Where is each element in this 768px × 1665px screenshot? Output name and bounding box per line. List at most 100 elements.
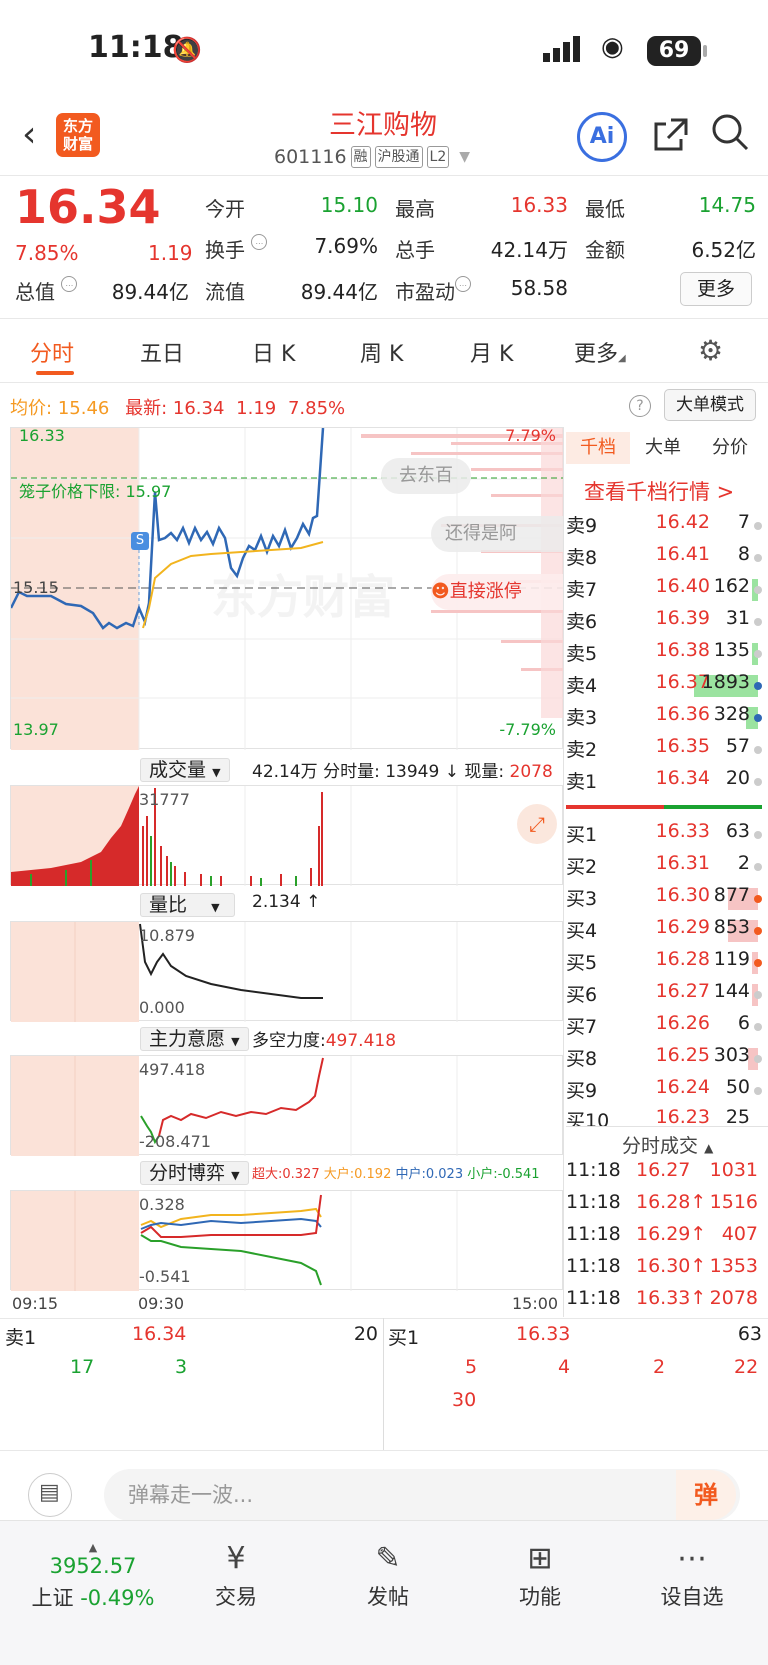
cage-limit: 笼子价格下限: 15.97 xyxy=(19,482,172,501)
volume-bars xyxy=(11,786,458,886)
danmu-bubble: 还得是阿 xyxy=(431,516,564,552)
tag-level2: L2 xyxy=(426,146,450,168)
status-bar: 11:18 🔕 ◉ 69 xyxy=(0,0,768,100)
field-label-mktcap: 总值 … xyxy=(15,276,78,305)
ticks-title: 分时成交 ▲ xyxy=(622,1135,714,1157)
tab-weekly-k[interactable]: 周 K xyxy=(360,336,403,368)
ask-row-3: 卖3 16.36 328 xyxy=(566,703,762,733)
field-turnover: 7.69% xyxy=(314,234,378,258)
bid-row-9: 买9 16.24 50 xyxy=(566,1076,762,1106)
tab-price-dist[interactable]: 分价 xyxy=(712,432,748,464)
tab-intraday[interactable]: 分时 xyxy=(30,336,74,368)
mute-bell-icon: 🔕 xyxy=(172,36,202,64)
latest-label: 最新: xyxy=(125,398,168,419)
dropdown-caret-icon[interactable]: ▼ xyxy=(459,149,470,165)
ask-row-2: 卖2 16.35 57 xyxy=(566,735,762,765)
game-indicator-select[interactable]: 分时博弈 ▼ xyxy=(140,1158,249,1185)
share-icon[interactable] xyxy=(651,117,689,155)
full-depth-link[interactable]: 查看千档行情 > xyxy=(584,476,734,506)
bid-row-1: 买1 16.33 63 xyxy=(566,820,762,850)
change-percent: 7.85% xyxy=(15,241,79,265)
index-line: 上证 -0.49% xyxy=(31,1586,155,1610)
buy-queue-label: 买1 xyxy=(388,1327,420,1349)
ask-row-6: 卖6 16.39 31 xyxy=(566,607,762,637)
field-label-pe: 市盈动… xyxy=(395,276,471,305)
mainforce-strength: 多空力度:497.418 xyxy=(252,1031,397,1051)
stock-name: 三江购物 xyxy=(329,110,437,141)
field-volume: 42.14万 xyxy=(490,238,568,262)
game-max: 0.328 xyxy=(139,1195,185,1214)
tab-daily-k[interactable]: 日 K xyxy=(252,336,295,368)
buy-order: 4 xyxy=(558,1356,571,1378)
sell-signal-marker[interactable]: S xyxy=(131,532,149,550)
field-float-cap: 89.44亿 xyxy=(300,280,378,304)
tab-five-day[interactable]: 五日 xyxy=(140,336,184,368)
field-label-open: 今开 xyxy=(205,197,245,221)
danmu-send-button[interactable]: 弹 xyxy=(676,1470,736,1520)
tab-order-depth[interactable]: 千档 xyxy=(566,432,630,464)
chart-top-pct: 7.79% xyxy=(505,426,556,445)
info-icon[interactable]: … xyxy=(455,276,471,292)
time-axis-open: 09:30 xyxy=(138,1294,185,1313)
grid-apps-icon: ⊞ xyxy=(527,1541,553,1576)
tab-monthly-k[interactable]: 月 K xyxy=(470,336,513,368)
ratio-indicator-select[interactable]: 量比 ▼ xyxy=(140,890,235,917)
big-order-mode-button[interactable]: 大单模式 xyxy=(664,389,756,421)
index-value: 3952.57 xyxy=(49,1554,137,1578)
ai-assistant-button[interactable]: Ai xyxy=(577,112,627,162)
stock-code-row[interactable]: 601116 融 沪股通 L2 ▼ xyxy=(274,146,470,168)
info-icon[interactable]: … xyxy=(251,234,268,250)
volume-indicator-select[interactable]: 成交量 ▼ xyxy=(140,755,230,782)
more-fields-button[interactable]: 更多 xyxy=(680,272,752,306)
chart-bottom-price: 13.97 xyxy=(13,720,59,739)
index-ticker[interactable]: ▲ 3952.57 上证 -0.49% xyxy=(28,1541,158,1612)
price-chart[interactable]: 东方财富 16.33 13.97 7.79% -7.79% 15.15 笼子价格… xyxy=(10,426,564,750)
ratio-line xyxy=(11,922,458,1022)
avg-label: 均价: xyxy=(10,398,53,419)
ratio-chart[interactable]: 10.879 0.000 xyxy=(10,921,563,1022)
sell-order: 3 xyxy=(175,1356,188,1378)
tab-more[interactable]: 更多◢ xyxy=(574,336,626,368)
wifi-icon: ◉ xyxy=(601,32,624,62)
edit-post-icon: ✎ xyxy=(375,1541,401,1576)
field-label-float-cap: 流值 xyxy=(205,280,245,304)
danmu-bubble: 去东百 xyxy=(381,458,471,494)
gear-icon[interactable]: ⚙ xyxy=(698,334,723,367)
buy-order: 2 xyxy=(653,1356,666,1378)
divider xyxy=(383,1318,384,1450)
search-icon[interactable] xyxy=(710,112,750,152)
danmu-settings-icon[interactable]: ▤ xyxy=(28,1473,72,1517)
tick-row: 11:18 16.33↑ 2078 xyxy=(566,1287,758,1309)
info-icon[interactable]: … xyxy=(61,276,78,292)
battery-icon: 69 xyxy=(647,36,707,66)
back-chevron-icon[interactable]: ‹ xyxy=(22,114,36,155)
game-chart[interactable]: 0.328 -0.541 xyxy=(10,1190,563,1291)
tag-connect: 沪股通 xyxy=(374,146,423,168)
volume-chart[interactable]: 31777 ⤢ xyxy=(10,785,563,886)
mainforce-chart[interactable]: 497.418 -208.471 xyxy=(10,1055,563,1156)
nav-watchlist[interactable]: ⋯ 设自选 xyxy=(642,1541,742,1611)
bid-row-10: 买10 16.23 25 xyxy=(566,1106,750,1126)
field-label-high: 最高 xyxy=(395,197,435,221)
nav-post[interactable]: ✎ 发帖 xyxy=(338,1541,438,1611)
legend-small: 小户:-0.541 xyxy=(467,1167,540,1182)
more-dots-icon: ⋯ xyxy=(677,1541,707,1576)
expand-icon[interactable]: ⤢ xyxy=(517,804,557,844)
mainforce-min: -208.471 xyxy=(139,1132,211,1151)
sell-queue-vol: 20 xyxy=(353,1323,378,1345)
nav-trade[interactable]: ¥ 交易 xyxy=(186,1541,286,1611)
tab-big-order[interactable]: 大单 xyxy=(645,432,681,464)
bid-row-5: 买5 16.28 119 xyxy=(566,948,762,978)
active-tab-indicator xyxy=(36,371,74,375)
danmu-input[interactable]: 弹幕走一波... xyxy=(104,1469,740,1521)
bid-row-4: 买4 16.29 853 xyxy=(566,916,762,946)
help-icon[interactable]: ? xyxy=(629,395,651,417)
ask-row-9: 卖9 16.42 7 xyxy=(566,511,762,541)
mainforce-indicator-select[interactable]: 主力意愿 ▼ xyxy=(140,1024,249,1051)
ticks-header[interactable]: 分时成交 ▲ xyxy=(566,1126,768,1158)
field-low: 14.75 xyxy=(698,193,756,217)
field-label-turnover: 换手 … xyxy=(205,234,268,263)
nav-functions[interactable]: ⊞ 功能 xyxy=(490,1541,590,1611)
field-mktcap: 89.44亿 xyxy=(111,280,189,304)
buy-order: 30 xyxy=(452,1389,477,1411)
